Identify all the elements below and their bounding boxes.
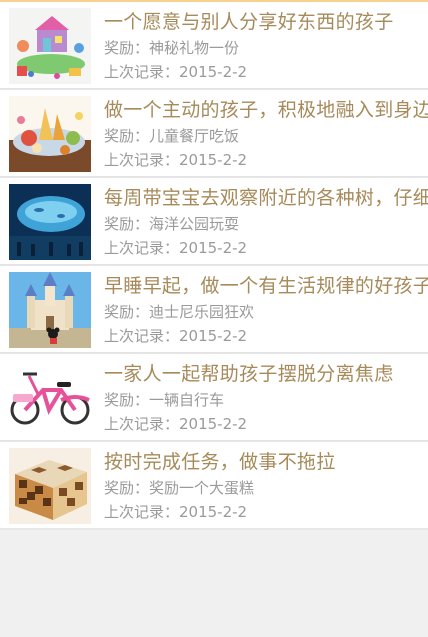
toy-playset-image (9, 8, 91, 84)
task-reward: 奖励：海洋公园玩耍 (104, 215, 240, 233)
pink-bicycle-image (9, 360, 91, 436)
task-last-record: 上次记录：2015-2-2 (104, 239, 248, 257)
task-reward: 奖励：一辆自行车 (104, 391, 225, 409)
task-title: 早睡早起，做一个有生活规律的好孩子 (104, 275, 428, 297)
task-title: 一个愿意与别人分享好东西的孩子 (104, 11, 394, 33)
list-item[interactable]: 按时完成任务，做事不拖拉 奖励：奖励一个大蛋糕 上次记录：2015-2-2 (0, 442, 428, 530)
list-item[interactable]: 早睡早起，做一个有生活规律的好孩子 奖励：迪士尼乐园狂欢 上次记录：2015-2… (0, 266, 428, 354)
task-title: 每周带宝宝去观察附近的各种树，仔细 (104, 187, 428, 209)
task-last-record: 上次记录：2015-2-2 (104, 327, 248, 345)
task-title: 一家人一起帮助孩子摆脱分离焦虑 (104, 363, 394, 385)
list-item[interactable]: 每周带宝宝去观察附近的各种树，仔细 奖励：海洋公园玩耍 上次记录：2015-2-… (0, 178, 428, 266)
task-last-record: 上次记录：2015-2-2 (104, 415, 248, 433)
task-last-record: 上次记录：2015-2-2 (104, 151, 248, 169)
task-title: 按时完成任务，做事不拖拉 (104, 451, 336, 473)
restaurant-meal-image (9, 96, 91, 172)
task-last-record: 上次记录：2015-2-2 (104, 503, 248, 521)
list-item[interactable]: 一家人一起帮助孩子摆脱分离焦虑 奖励：一辆自行车 上次记录：2015-2-2 (0, 354, 428, 442)
list-item[interactable]: 一个愿意与别人分享好东西的孩子 奖励：神秘礼物一份 上次记录：2015-2-2 (0, 2, 428, 90)
task-last-record: 上次记录：2015-2-2 (104, 63, 248, 81)
task-reward: 奖励：儿童餐厅吃饭 (104, 127, 240, 145)
task-reward: 奖励：神秘礼物一份 (104, 39, 240, 57)
task-title: 做一个主动的孩子，积极地融入到身边 (104, 99, 428, 121)
disney-castle-image (9, 272, 91, 348)
task-list: 一个愿意与别人分享好东西的孩子 奖励：神秘礼物一份 上次记录：2015-2-2 … (0, 2, 428, 530)
task-reward: 奖励：迪士尼乐园狂欢 (104, 303, 255, 321)
ocean-park-aquarium-image (9, 184, 91, 260)
list-item[interactable]: 做一个主动的孩子，积极地融入到身边 奖励：儿童餐厅吃饭 上次记录：2015-2-… (0, 90, 428, 178)
task-reward: 奖励：奖励一个大蛋糕 (104, 479, 255, 497)
checkered-cake-image (9, 448, 91, 524)
